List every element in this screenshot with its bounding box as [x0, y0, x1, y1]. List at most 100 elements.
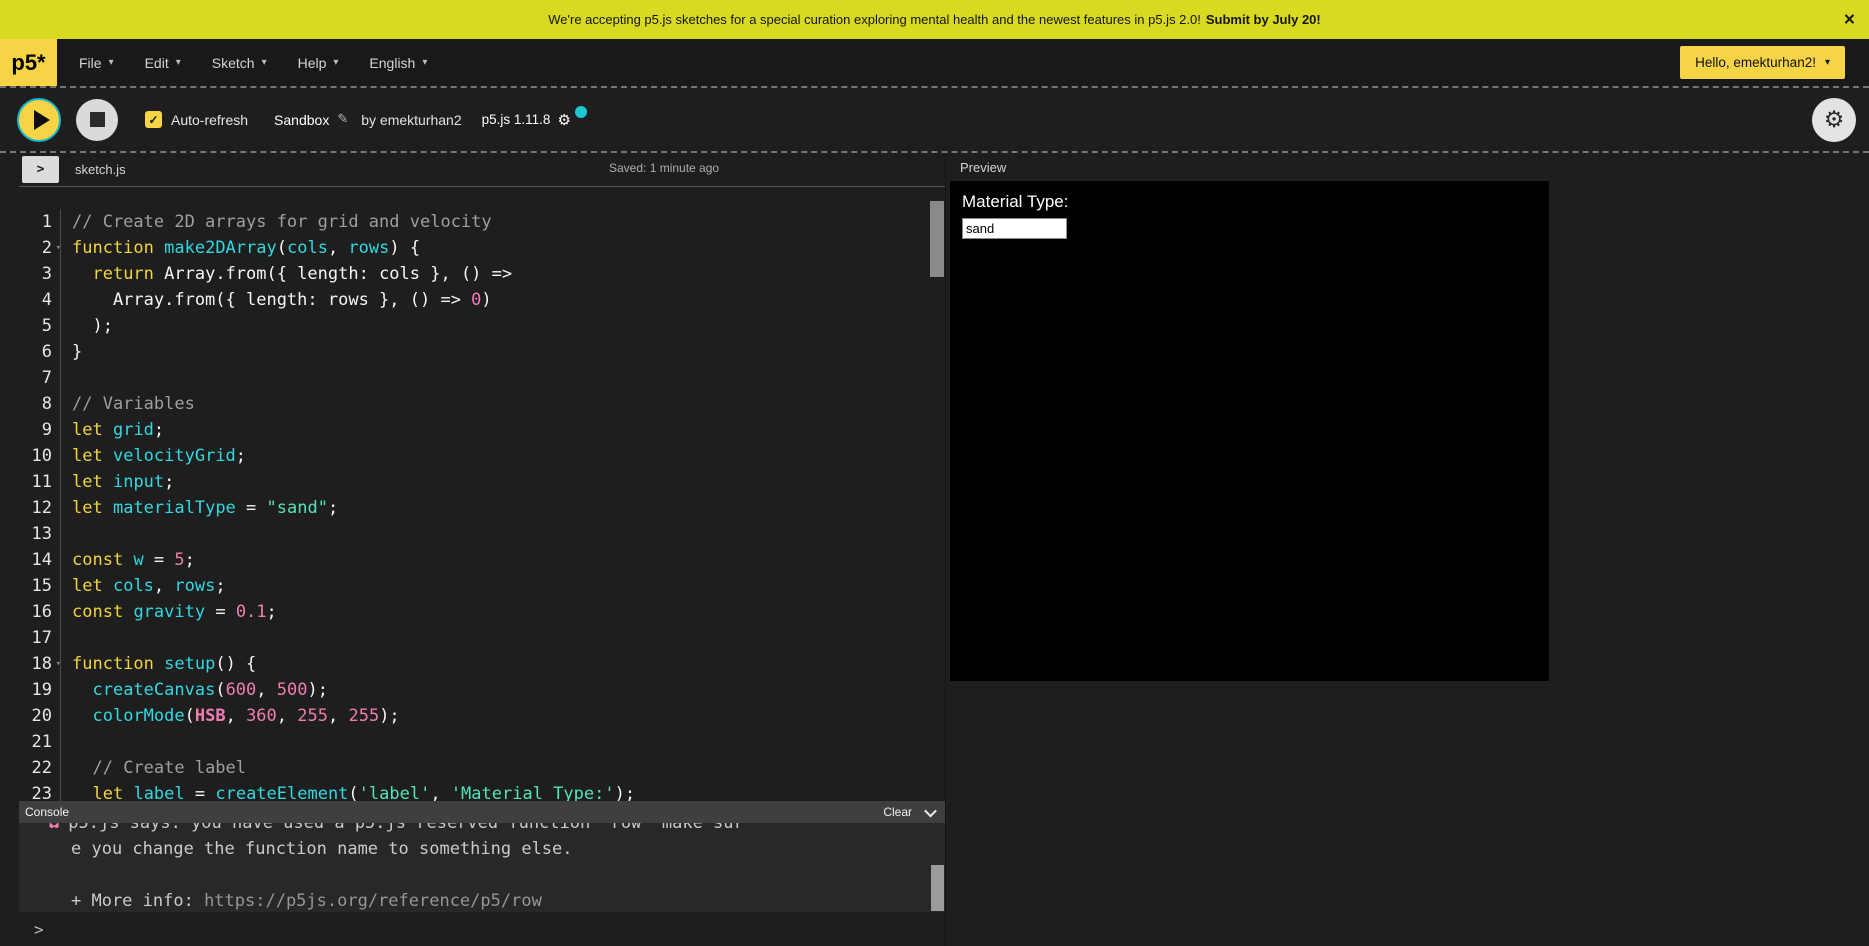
line-number: 17	[19, 625, 61, 651]
code-line[interactable]: 4 Array.from({ length: rows }, () => 0)	[19, 287, 945, 313]
line-number: 21	[19, 729, 61, 755]
preview-title: Preview	[960, 160, 1006, 175]
author-byline: by emekturhan2	[361, 112, 461, 128]
line-number: 8	[19, 391, 61, 417]
gear-icon: ⚙	[1824, 107, 1845, 133]
file-tab-bar: > sketch.js Saved: 1 minute ago	[19, 153, 945, 186]
code-line[interactable]: 14const w = 5;	[19, 547, 945, 573]
fold-arrow-icon[interactable]: ▾	[56, 235, 61, 261]
menu-language[interactable]: English ▾	[369, 55, 427, 71]
line-number: 23	[19, 781, 61, 801]
p5-version[interactable]: p5.js 1.11.8 ⚙	[482, 111, 571, 129]
chevron-right-icon: >	[37, 162, 45, 177]
console-header[interactable]: Console Clear	[19, 801, 945, 823]
line-number: 7	[19, 365, 61, 391]
code-line[interactable]: 15let cols, rows;	[19, 573, 945, 599]
editor-scrollbar[interactable]	[930, 201, 944, 277]
play-icon	[34, 110, 50, 130]
tab-sketch-js[interactable]: sketch.js	[75, 162, 126, 177]
line-number: 22	[19, 755, 61, 781]
material-type-label: Material Type:	[962, 192, 1068, 212]
code-line[interactable]: 21	[19, 729, 945, 755]
sketch-title: Sandbox	[274, 112, 329, 128]
edit-pencil-icon[interactable]: ✎	[337, 112, 348, 127]
code-line[interactable]: 9let grid;	[19, 417, 945, 443]
console-line: ✿p5.js says: you have used a p5.js reser…	[19, 823, 945, 836]
stop-icon	[90, 112, 105, 127]
line-number: 9	[19, 417, 61, 443]
code-line[interactable]: 5 );	[19, 313, 945, 339]
code-line[interactable]: 3 return Array.from({ length: cols }, ()…	[19, 261, 945, 287]
console-prompt-row[interactable]: >	[19, 912, 945, 946]
prompt-chevron-icon: >	[34, 920, 44, 939]
stop-button[interactable]	[76, 99, 118, 141]
divider	[945, 153, 946, 946]
line-number: 15	[19, 573, 61, 599]
code-line[interactable]: 7	[19, 365, 945, 391]
code-line[interactable]: 22 // Create label	[19, 755, 945, 781]
code-line[interactable]: 2▾function make2DArray(cols, rows) {	[19, 235, 945, 261]
chevron-down-icon: ▾	[422, 57, 427, 68]
menu-edit[interactable]: Edit ▾	[145, 55, 181, 71]
code-line[interactable]: 23 let label = createElement('label', 'M…	[19, 781, 945, 801]
sidebar-expand-button[interactable]: >	[22, 156, 59, 183]
chevron-down-icon: ▾	[176, 57, 181, 68]
line-number: 5	[19, 313, 61, 339]
chevron-down-icon: ▾	[262, 57, 267, 68]
menu-bar: File ▾ Edit ▾ Sketch ▾ Help ▾ English ▾	[79, 55, 427, 71]
console-lines: ✿p5.js says: you have used a p5.js reser…	[19, 823, 945, 912]
gear-icon: ⚙	[557, 111, 570, 129]
console-line	[19, 862, 945, 888]
line-number: 2▾	[19, 235, 61, 261]
console-line: + More info: https://p5js.org/reference/…	[19, 888, 945, 912]
code-line[interactable]: 17	[19, 625, 945, 651]
code-line[interactable]: 10let velocityGrid;	[19, 443, 945, 469]
menu-help[interactable]: Help ▾	[298, 55, 339, 71]
line-number: 3	[19, 261, 61, 287]
line-number: 16	[19, 599, 61, 625]
console-line: e you change the function name to someth…	[19, 836, 945, 862]
announcement-banner: We're accepting p5.js sketches for a spe…	[0, 0, 1869, 39]
menu-file[interactable]: File ▾	[79, 55, 114, 71]
material-type-input[interactable]	[962, 218, 1067, 239]
play-button[interactable]	[17, 98, 61, 142]
line-number: 20	[19, 703, 61, 729]
chevron-down-icon[interactable]	[924, 804, 937, 817]
code-line[interactable]: 11let input;	[19, 469, 945, 495]
p5-logo[interactable]: p5*	[0, 39, 57, 86]
line-number: 18▾	[19, 651, 61, 677]
auto-refresh-checkbox[interactable]: ✓	[145, 111, 162, 128]
code-line[interactable]: 20 colorMode(HSB, 360, 255, 255);	[19, 703, 945, 729]
update-indicator-dot	[575, 106, 587, 118]
account-button[interactable]: Hello, emekturhan2! ▾	[1680, 46, 1845, 79]
code-line[interactable]: 12let materialType = "sand";	[19, 495, 945, 521]
console-scrollbar[interactable]	[931, 865, 944, 911]
code-line[interactable]: 6}	[19, 339, 945, 365]
line-number: 12	[19, 495, 61, 521]
p5js-web-editor: We're accepting p5.js sketches for a spe…	[0, 0, 1869, 946]
line-number: 1	[19, 209, 61, 235]
line-number: 13	[19, 521, 61, 547]
fold-arrow-icon[interactable]: ▾	[56, 651, 61, 677]
nav-bar: p5* File ▾ Edit ▾ Sketch ▾ Help ▾ Englis…	[0, 39, 1869, 86]
line-number: 4	[19, 287, 61, 313]
preferences-button[interactable]: ⚙	[1812, 98, 1856, 142]
chevron-down-icon: ▾	[109, 57, 114, 68]
toolbar: ✓ Auto-refresh Sandbox ✎ by emekturhan2 …	[0, 88, 1869, 151]
close-icon[interactable]: ×	[1844, 10, 1855, 29]
banner-text: We're accepting p5.js sketches for a spe…	[548, 12, 1201, 27]
code-line[interactable]: 1// Create 2D arrays for grid and veloci…	[19, 209, 945, 235]
banner-cta[interactable]: Submit by July 20!	[1206, 12, 1321, 27]
code-editor[interactable]: 1// Create 2D arrays for grid and veloci…	[19, 186, 945, 801]
code-line[interactable]: 18▾function setup() {	[19, 651, 945, 677]
code-line[interactable]: 13	[19, 521, 945, 547]
code-line[interactable]: 8// Variables	[19, 391, 945, 417]
code-line[interactable]: 19 createCanvas(600, 500);	[19, 677, 945, 703]
console-clear-button[interactable]: Clear	[883, 805, 912, 819]
sketch-canvas[interactable]: Material Type:	[950, 181, 1549, 681]
code-lines: 1// Create 2D arrays for grid and veloci…	[19, 187, 945, 801]
code-line[interactable]: 16const gravity = 0.1;	[19, 599, 945, 625]
menu-sketch[interactable]: Sketch ▾	[212, 55, 267, 71]
saved-status: Saved: 1 minute ago	[609, 161, 719, 175]
auto-refresh-label: Auto-refresh	[171, 112, 248, 128]
